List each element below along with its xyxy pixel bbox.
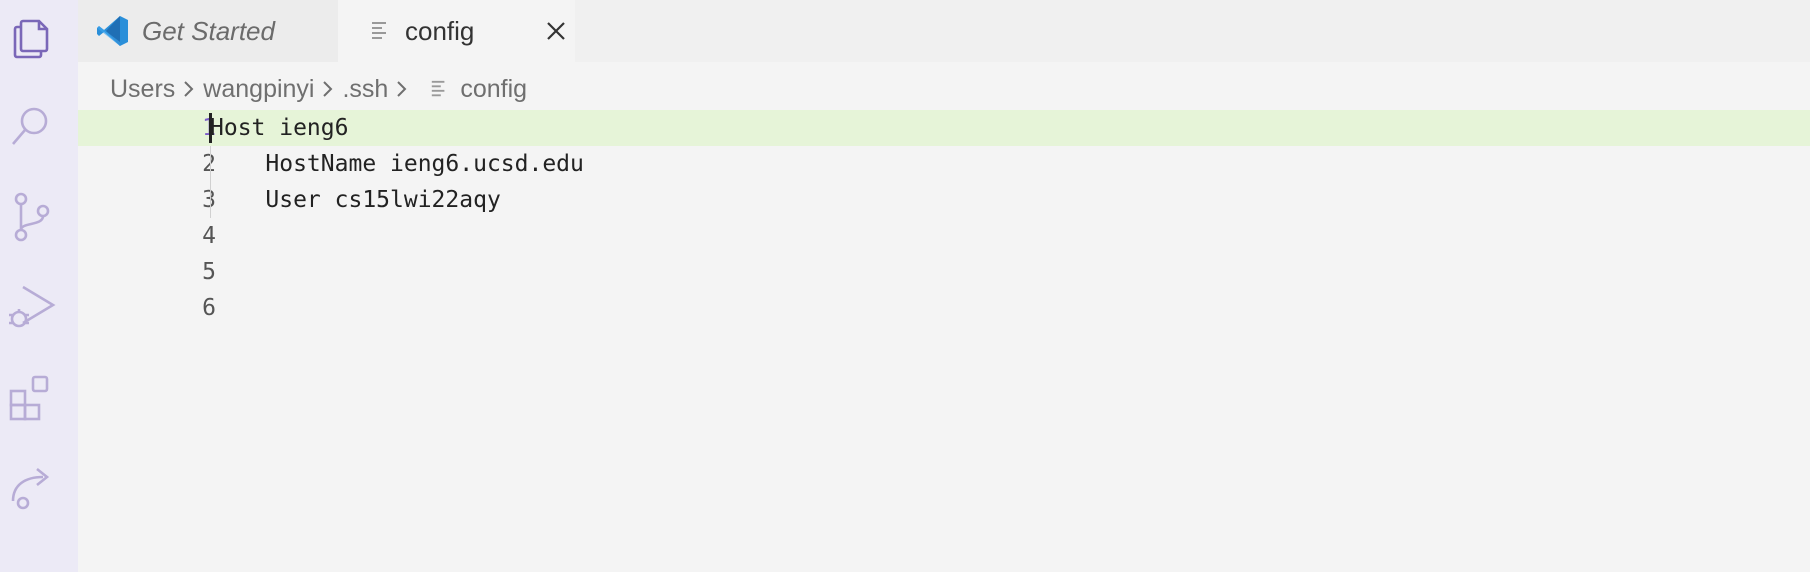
code-editor[interactable]: 1 Host ieng6 2 HostName ieng6.ucsd.edu 3… [78, 110, 1810, 572]
indent-guide [210, 146, 211, 218]
source-control-icon[interactable] [0, 186, 60, 246]
tab-get-started[interactable]: Get Started [78, 0, 338, 62]
vscode-logo-icon [96, 14, 130, 48]
tab-label: config [405, 15, 475, 46]
line-number: 5 [202, 259, 216, 285]
breadcrumb-item[interactable]: Users [110, 75, 175, 104]
code-line[interactable]: 1 Host ieng6 [78, 110, 1810, 146]
explorer-icon[interactable] [0, 6, 60, 66]
breadcrumb: Users wangpinyi .ssh config [110, 72, 527, 106]
run-debug-icon[interactable] [0, 276, 60, 336]
chevron-right-icon [396, 79, 408, 99]
search-icon[interactable] [0, 96, 60, 156]
line-number: 1 [138, 115, 216, 141]
line-text[interactable]: HostName ieng6.ucsd.edu [210, 151, 584, 177]
code-line[interactable]: 3 User cs15lwi22aqy [78, 182, 1810, 218]
tab-label: Get Started [142, 15, 275, 46]
tab-config[interactable]: config [338, 0, 575, 62]
activity-bar [0, 0, 78, 572]
text-cursor [209, 113, 212, 143]
chevron-right-icon [322, 79, 334, 99]
close-icon[interactable] [546, 21, 566, 41]
file-lines-icon [430, 79, 448, 99]
code-line[interactable]: 5 [78, 254, 1810, 290]
remote-explorer-icon[interactable] [0, 456, 60, 516]
code-line[interactable]: 2 HostName ieng6.ucsd.edu [78, 146, 1810, 182]
chevron-right-icon [183, 79, 195, 99]
line-text[interactable]: User cs15lwi22aqy [210, 187, 500, 213]
breadcrumb-item[interactable]: config [460, 75, 527, 104]
editor-tab-bar: Get Started config [78, 0, 1810, 62]
line-number: 2 [138, 151, 216, 177]
extensions-icon[interactable] [0, 366, 60, 426]
line-number: 3 [138, 187, 216, 213]
code-line[interactable]: 4 [78, 218, 1810, 254]
line-number: 4 [202, 223, 216, 249]
breadcrumb-item[interactable]: wangpinyi [203, 75, 314, 104]
line-number: 6 [202, 295, 216, 321]
file-lines-icon [370, 20, 390, 42]
breadcrumb-item[interactable]: .ssh [342, 75, 388, 104]
line-text[interactable]: Host ieng6 [210, 115, 348, 141]
code-line[interactable]: 6 [78, 290, 1810, 326]
